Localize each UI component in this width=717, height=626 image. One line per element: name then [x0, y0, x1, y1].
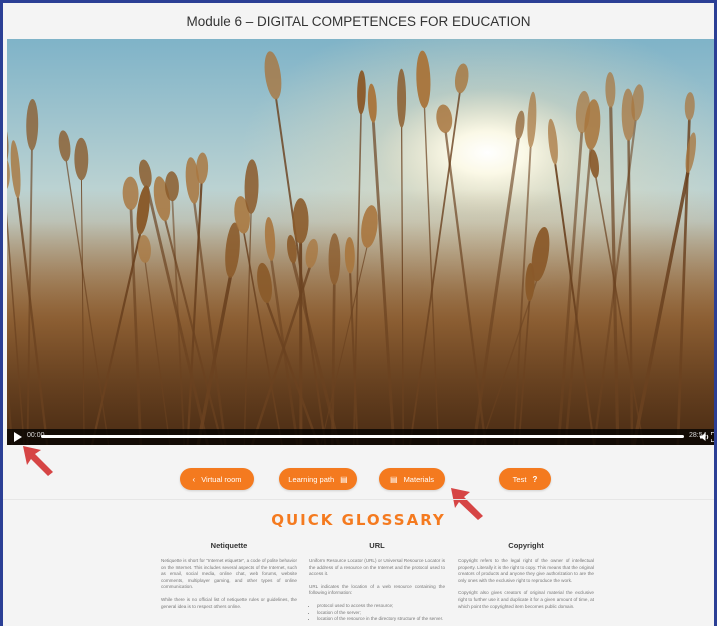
url-list: protocol used to access the resource; lo… — [309, 603, 445, 623]
materials-label: Materials — [403, 474, 434, 484]
learning-path-label: Learning path — [288, 474, 335, 484]
list-item: protocol used to access the resource; — [317, 603, 445, 610]
video-controls: 00:00 28:54 — [7, 429, 714, 445]
url-text-2: URL indicates the location of a web reso… — [309, 583, 445, 596]
list-item: location of the resource in the director… — [317, 616, 445, 623]
divider — [3, 499, 714, 500]
netiquette-heading: Netiquette — [210, 541, 248, 550]
netiquette-text: Netiquette is short for "Internet etique… — [161, 558, 297, 590]
test-button[interactable]: Test ? — [499, 468, 551, 490]
glossary-title: QUICK GLOSSARY — [271, 511, 446, 529]
volume-icon[interactable] — [700, 432, 710, 442]
glossary-url: URL Uniform Resource Locator (URL) or Un… — [309, 541, 445, 623]
question-icon: ? — [532, 474, 538, 484]
page-title: Module 6 – DIGITAL COMPETENCES FOR EDUCA… — [186, 14, 531, 29]
virtual-room-button[interactable]: ‹ Virtual room — [180, 468, 254, 490]
document-icon: ▤ — [390, 474, 398, 484]
annotation-arrow-play — [23, 446, 53, 476]
url-heading: URL — [369, 541, 385, 550]
document-icon: ▤ — [340, 474, 348, 484]
video-frame-wheat-field — [7, 39, 714, 445]
url-text: Uniform Resource Locator (URL) or Univer… — [309, 558, 445, 577]
fullscreen-icon[interactable] — [711, 432, 714, 442]
progress-bar[interactable] — [41, 435, 684, 438]
video-player[interactable]: 00:00 28:54 — [7, 39, 714, 445]
learning-path-button[interactable]: Learning path ▤ — [279, 468, 357, 490]
page: Module 6 – DIGITAL COMPETENCES FOR EDUCA… — [3, 3, 714, 626]
netiquette-text-2: While there is no official list of netiq… — [161, 596, 297, 609]
glossary-netiquette: Netiquette Netiquette is short for "Inte… — [161, 541, 297, 616]
copyright-heading: Copyright — [508, 541, 544, 550]
copyright-text: Copyright refers to the legal right of t… — [458, 558, 594, 583]
list-item: location of the server; — [317, 610, 445, 617]
copyright-text-2: Copyright also gives creators of origina… — [458, 590, 594, 609]
materials-button[interactable]: ▤ Materials — [379, 468, 445, 490]
glossary-copyright: Copyright Copyright refers to the legal … — [458, 541, 594, 616]
play-icon[interactable] — [13, 432, 22, 442]
test-label: Test — [512, 474, 527, 484]
chevron-left-icon: ‹ — [192, 474, 196, 484]
virtual-room-label: Virtual room — [201, 474, 242, 484]
